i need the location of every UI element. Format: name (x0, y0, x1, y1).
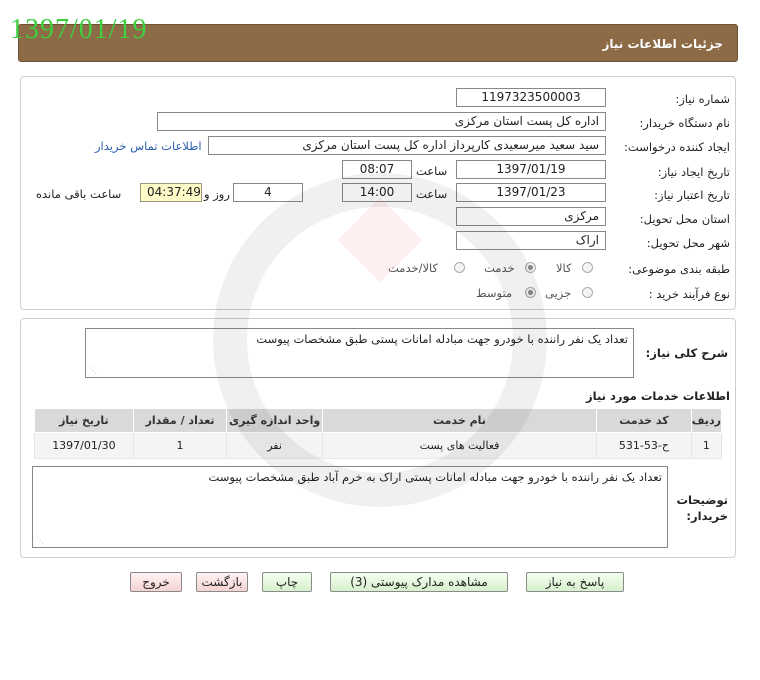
process-radio-minor[interactable] (582, 287, 593, 298)
buyer-notes-textarea[interactable]: تعداد یک نفر راننده با خودرو جهت مبادله … (32, 466, 668, 548)
cell-date: 1397/01/30 (34, 432, 134, 459)
process-option-medium: متوسط (476, 286, 513, 300)
city-label: شهر محل تحویل: (646, 236, 730, 250)
summary-label: شرح کلی نیاز: (645, 346, 728, 360)
category-radio-service[interactable] (525, 262, 536, 273)
col-index: ردیف (690, 408, 723, 433)
days-remaining-field[interactable]: 4 (233, 183, 303, 202)
need-number-field[interactable]: 1197323500003 (456, 88, 606, 107)
col-code: کد خدمت (596, 408, 692, 433)
days-and-label: روز و (204, 187, 230, 201)
back-button[interactable]: بازگشت (196, 572, 248, 592)
table-row[interactable]: 1 ح-53-531 فعالیت های پست نفر 1 1397/01/… (34, 432, 723, 459)
province-label: استان محل تحویل: (639, 212, 730, 226)
services-table: ردیف کد خدمت نام خدمت واحد اندازه گیری ت… (34, 408, 723, 459)
buyer-notes-text: تعداد یک نفر راننده با خودرو جهت مبادله … (208, 470, 662, 484)
remaining-label: ساعت باقی مانده (36, 187, 122, 201)
province-field[interactable]: مرکزی (456, 207, 606, 226)
view-documents-button[interactable]: مشاهده مدارک پیوستی (3) (330, 572, 508, 592)
process-label: نوع فرآیند خرید : (648, 287, 730, 301)
col-name: نام خدمت (321, 408, 598, 433)
validity-date-label: تاریخ اعتبار نیاز: (654, 188, 730, 202)
countdown-timer: 04:37:49 (140, 183, 202, 202)
print-button[interactable]: چاپ (262, 572, 312, 592)
buyer-contact-link[interactable]: اطلاعات تماس خریدار (95, 139, 202, 153)
category-label: طبقه بندی موضوعی: (628, 262, 730, 276)
created-time-label: ساعت (416, 164, 448, 178)
creator-field[interactable]: سید سعید میرسعیدی کارپرداز اداره کل پست … (208, 136, 606, 155)
category-option-goods: کالا (556, 261, 572, 275)
city-field[interactable]: اراک (456, 231, 606, 250)
creator-label: ایجاد کننده درخواست: (624, 140, 730, 154)
category-radio-goods-service[interactable] (454, 262, 465, 273)
page-title: جزئیات اطلاعات نیاز (602, 37, 723, 51)
category-option-goods-service: کالا/خدمت (388, 261, 439, 275)
date-stamp: 1397/01/19 (10, 14, 148, 45)
validity-time-label: ساعت (416, 187, 448, 201)
validity-time-field[interactable]: 14:00 (342, 183, 412, 202)
cell-name: فعالیت های پست (321, 432, 598, 459)
summary-text: تعداد یک نفر راننده با خودرو جهت مبادله … (256, 332, 628, 346)
buyer-org-label: نام دستگاه خریدار: (639, 116, 730, 130)
cell-code: ح-53-531 (596, 432, 692, 459)
summary-textarea[interactable]: تعداد یک نفر راننده با خودرو جهت مبادله … (85, 328, 634, 378)
cell-qty: 1 (132, 432, 228, 459)
cell-unit: نفر (226, 432, 323, 459)
validity-date-field[interactable]: 1397/01/23 (456, 183, 606, 202)
buyer-notes-label: توضیحات خریدار: (676, 493, 729, 523)
services-section-title: اطلاعات خدمات مورد نیاز (586, 389, 730, 403)
exit-button[interactable]: خروج (130, 572, 182, 592)
category-radio-goods[interactable] (582, 262, 593, 273)
category-option-service: خدمت (484, 261, 515, 275)
col-qty: تعداد / مقدار (132, 408, 228, 433)
services-header-row: ردیف کد خدمت نام خدمت واحد اندازه گیری ت… (34, 408, 723, 433)
created-date-field[interactable]: 1397/01/19 (456, 160, 606, 179)
resize-grip-icon[interactable]: ⋰ (89, 366, 97, 375)
buyer-org-field[interactable]: اداره کل پست استان مرکزی (157, 112, 606, 131)
reply-button[interactable]: پاسخ به نیاز (526, 572, 624, 592)
cell-index: 1 (690, 432, 723, 459)
process-option-minor: جزیی (545, 286, 572, 300)
process-radio-medium[interactable] (525, 287, 536, 298)
created-date-label: تاریخ ایجاد نیاز: (657, 165, 730, 179)
col-date: تاریخ نیاز (34, 408, 134, 433)
col-unit: واحد اندازه گیری (226, 408, 323, 433)
need-number-label: شماره نیاز: (675, 92, 730, 106)
resize-grip-icon[interactable]: ⋰ (36, 536, 44, 545)
created-time-field[interactable]: 08:07 (342, 160, 412, 179)
